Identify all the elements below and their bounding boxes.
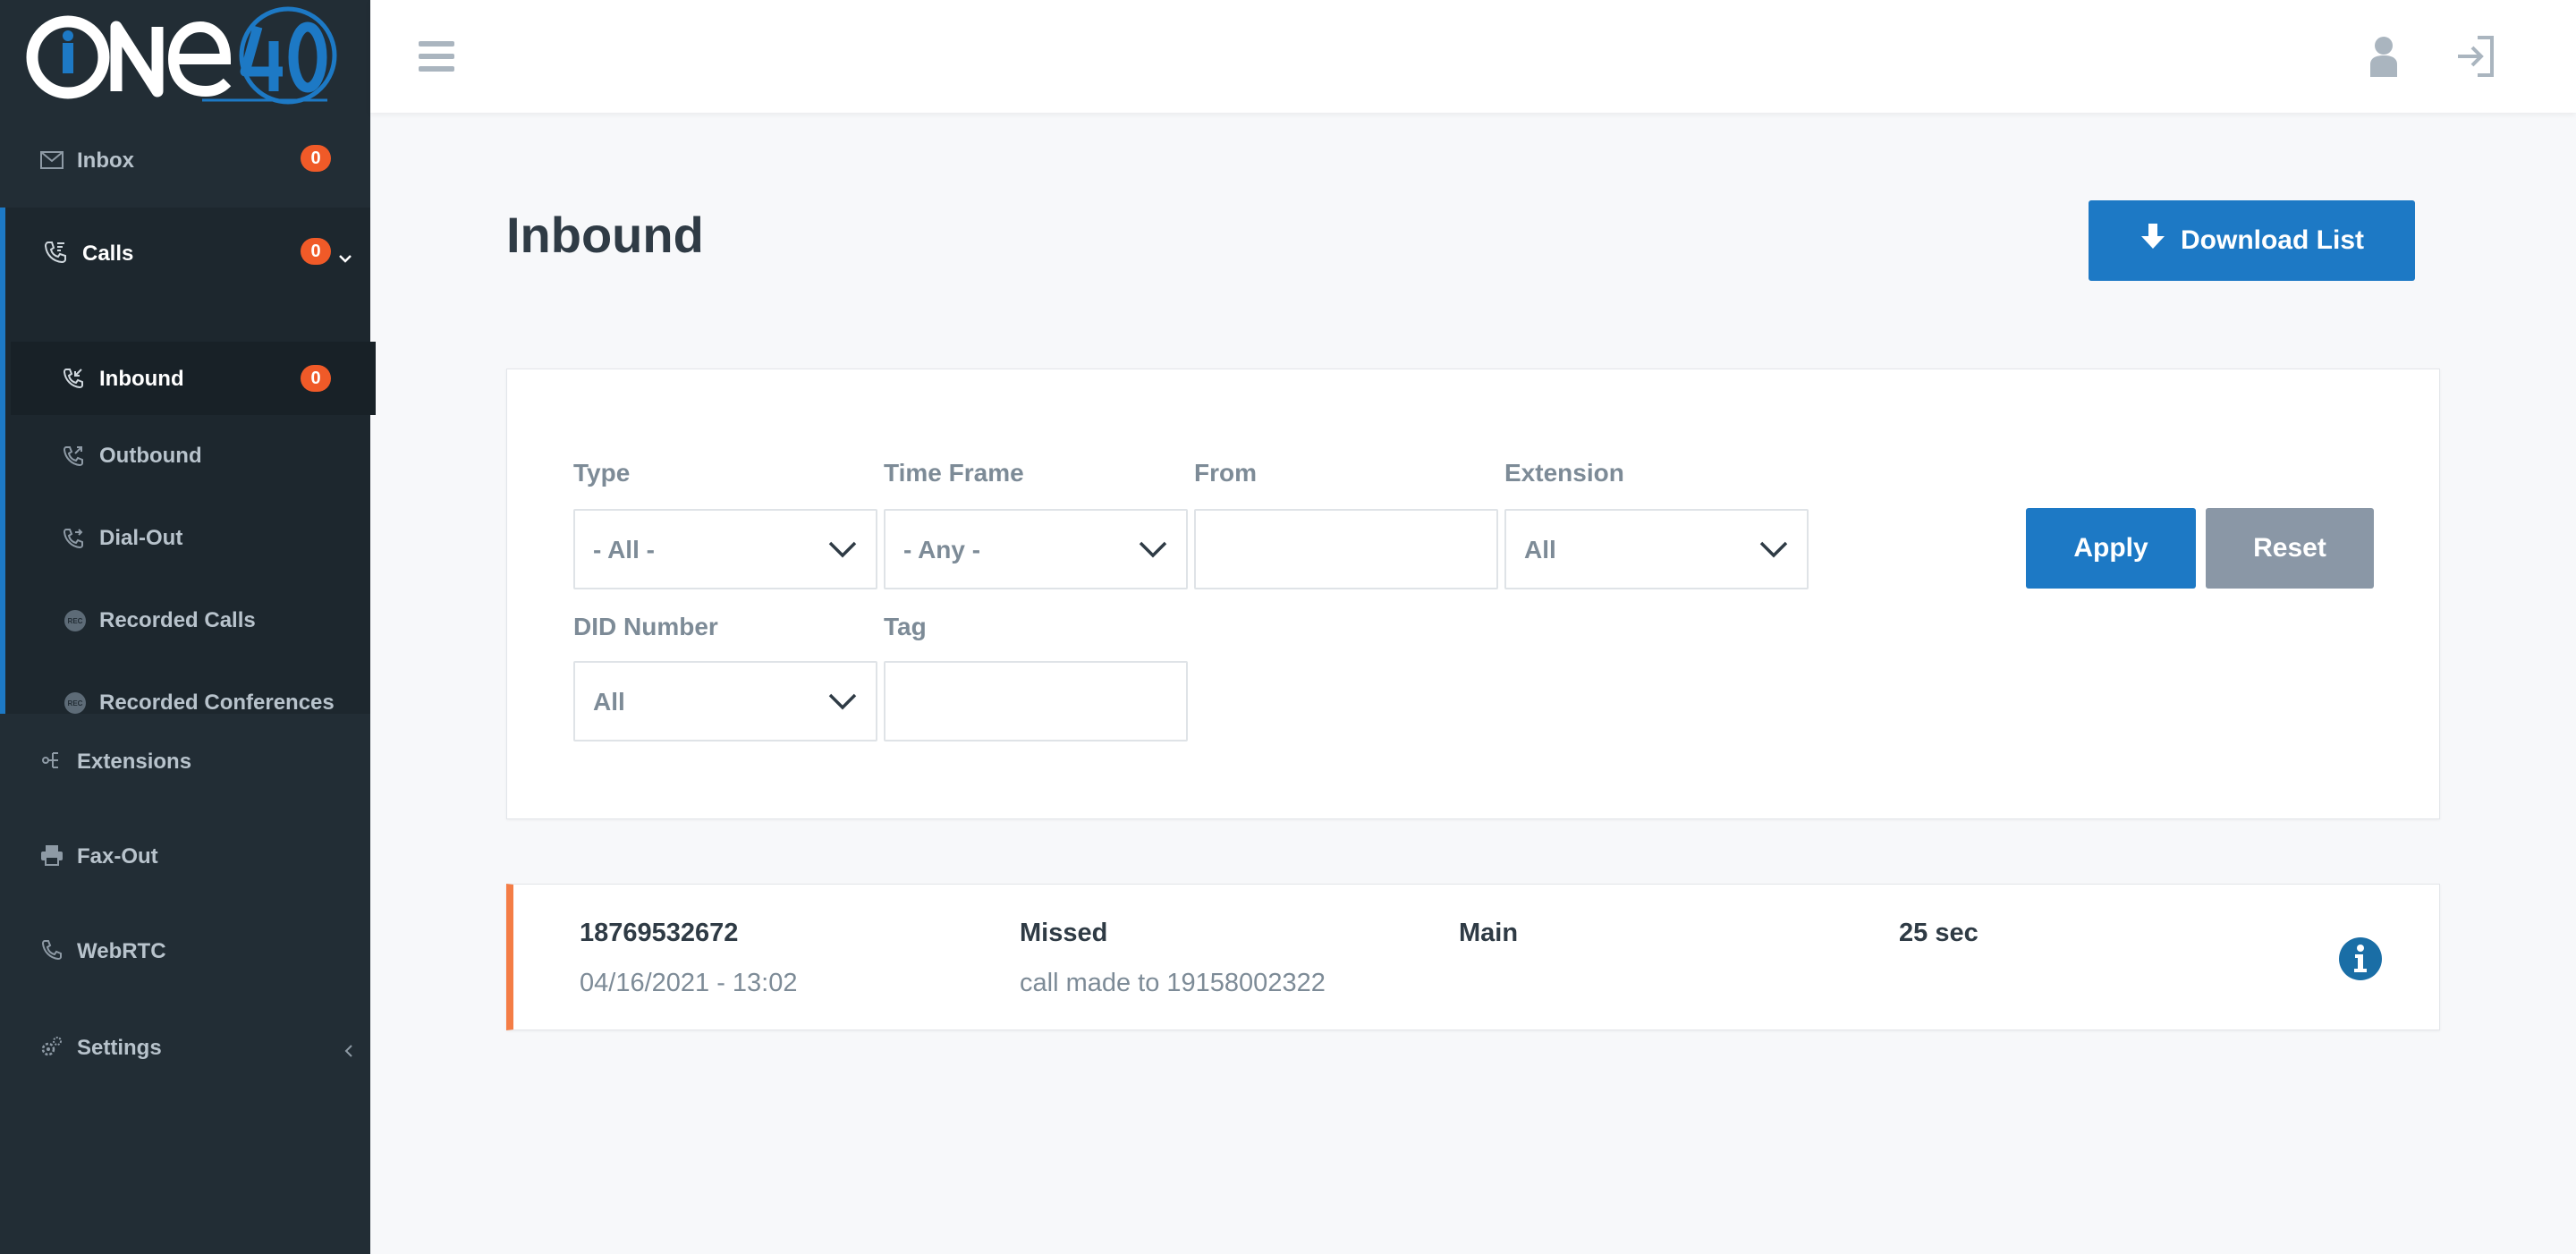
from-input[interactable] bbox=[1194, 509, 1498, 589]
sidebar-item-label: Inbox bbox=[77, 148, 134, 173]
envelope-icon bbox=[39, 148, 64, 173]
sidebar-item-recorded-conferences[interactable]: REC Recorded Conferences bbox=[5, 669, 376, 737]
sidebar-item-label: Outbound bbox=[99, 444, 202, 468]
from-label: From bbox=[1194, 459, 1257, 487]
phone-icon bbox=[61, 526, 86, 551]
sidebar-item-calls[interactable]: Calls 0 bbox=[0, 225, 370, 279]
chevron-down-icon bbox=[1139, 541, 1167, 558]
type-label: Type bbox=[573, 459, 631, 487]
sidebar-item-label: Recorded Conferences bbox=[99, 691, 335, 715]
logout-icon[interactable] bbox=[2456, 36, 2496, 81]
sidebar-item-webrtc[interactable]: WebRTC bbox=[0, 923, 370, 979]
sidebar-item-extensions[interactable]: Extensions bbox=[0, 733, 370, 789]
phone-outgoing-icon bbox=[61, 444, 86, 469]
topbar bbox=[370, 0, 2576, 113]
extension-label: Extension bbox=[1504, 459, 1624, 487]
chevron-left-icon[interactable] bbox=[343, 1039, 354, 1064]
phone-incoming-icon bbox=[61, 366, 86, 391]
sidebar-item-recorded-calls[interactable]: REC Recorded Calls bbox=[5, 587, 376, 655]
sidebar-item-settings[interactable]: Settings bbox=[0, 1020, 370, 1075]
sidebar-item-dial-out[interactable]: Dial-Out bbox=[5, 504, 376, 572]
user-icon[interactable] bbox=[2368, 36, 2399, 81]
gear-icon bbox=[39, 1034, 64, 1059]
chevron-down-icon bbox=[828, 541, 857, 558]
phone-icon bbox=[39, 937, 64, 962]
download-list-button[interactable]: Download List bbox=[2089, 200, 2415, 281]
phone-icon bbox=[43, 240, 68, 265]
sidebar-item-label: WebRTC bbox=[77, 939, 166, 963]
svg-text:REC: REC bbox=[68, 617, 83, 625]
sidebar-item-label: Inbound bbox=[99, 367, 184, 391]
sidebar-item-label: Recorded Calls bbox=[99, 608, 256, 632]
chevron-down-icon[interactable] bbox=[338, 245, 352, 270]
extension-select-value: All bbox=[1524, 536, 1556, 563]
timeframe-select-value: - Any - bbox=[903, 536, 981, 563]
tag-label: Tag bbox=[884, 613, 927, 640]
call-duration: 25 sec bbox=[1899, 919, 1979, 947]
calls-count-badge: 0 bbox=[301, 238, 331, 265]
chevron-down-icon bbox=[1759, 541, 1788, 558]
extension-select[interactable]: All bbox=[1504, 509, 1809, 589]
sidebar: Inbox 0 Calls 0 Inbound 0 Outbound Dial-… bbox=[0, 0, 376, 1254]
did-number-label: DID Number bbox=[573, 613, 718, 640]
sidebar-item-inbound[interactable]: Inbound 0 bbox=[5, 342, 376, 415]
type-select-value: - All - bbox=[593, 536, 655, 563]
reset-button[interactable]: Reset bbox=[2206, 508, 2374, 589]
tag-input[interactable] bbox=[884, 661, 1188, 741]
chevron-down-icon bbox=[828, 693, 857, 710]
sidebar-item-label: Extensions bbox=[77, 750, 192, 774]
rec-icon: REC bbox=[63, 608, 88, 633]
download-icon bbox=[2140, 222, 2166, 259]
call-list-row[interactable]: 18769532672 04/16/2021 - 13:02 Missed ca… bbox=[506, 884, 2440, 1030]
call-detail: call made to 19158002322 bbox=[1020, 969, 1326, 997]
timeframe-select[interactable]: - Any - bbox=[884, 509, 1188, 589]
info-icon[interactable] bbox=[2338, 936, 2383, 981]
type-select[interactable]: - All - bbox=[573, 509, 877, 589]
calls-submenu: Calls 0 Inbound 0 Outbound Dial-Out REC … bbox=[0, 208, 376, 715]
sidebar-item-outbound[interactable]: Outbound bbox=[5, 422, 376, 490]
page-title: Inbound bbox=[506, 207, 704, 263]
filter-panel: Type - All - Time Frame - Any - From Ext… bbox=[506, 369, 2440, 819]
download-list-label: Download List bbox=[2181, 225, 2364, 255]
call-datetime: 04/16/2021 - 13:02 bbox=[580, 969, 798, 997]
printer-icon bbox=[39, 843, 64, 868]
rec-icon: REC bbox=[63, 691, 88, 716]
inbound-count-badge: 0 bbox=[301, 365, 331, 392]
sidebar-item-label: Calls bbox=[82, 241, 134, 266]
menu-toggle-icon[interactable] bbox=[419, 41, 454, 72]
sidebar-item-fax-out[interactable]: Fax-Out bbox=[0, 828, 370, 884]
sidebar-item-inbox[interactable]: Inbox 0 bbox=[0, 132, 370, 188]
one40-logo[interactable] bbox=[23, 5, 345, 107]
apply-button[interactable]: Apply bbox=[2026, 508, 2196, 589]
did-number-select[interactable]: All bbox=[573, 661, 877, 741]
call-extension: Main bbox=[1459, 919, 1519, 947]
svg-text:REC: REC bbox=[68, 699, 83, 707]
sitemap-icon bbox=[39, 748, 64, 773]
timeframe-label: Time Frame bbox=[884, 459, 1024, 487]
sidebar-item-label: Fax-Out bbox=[77, 844, 158, 868]
call-status: Missed bbox=[1020, 919, 1108, 947]
caller-number: 18769532672 bbox=[580, 919, 739, 947]
did-number-select-value: All bbox=[593, 688, 625, 716]
sidebar-item-label: Settings bbox=[77, 1036, 162, 1060]
inbox-count-badge: 0 bbox=[301, 145, 331, 172]
sidebar-item-label: Dial-Out bbox=[99, 526, 183, 550]
